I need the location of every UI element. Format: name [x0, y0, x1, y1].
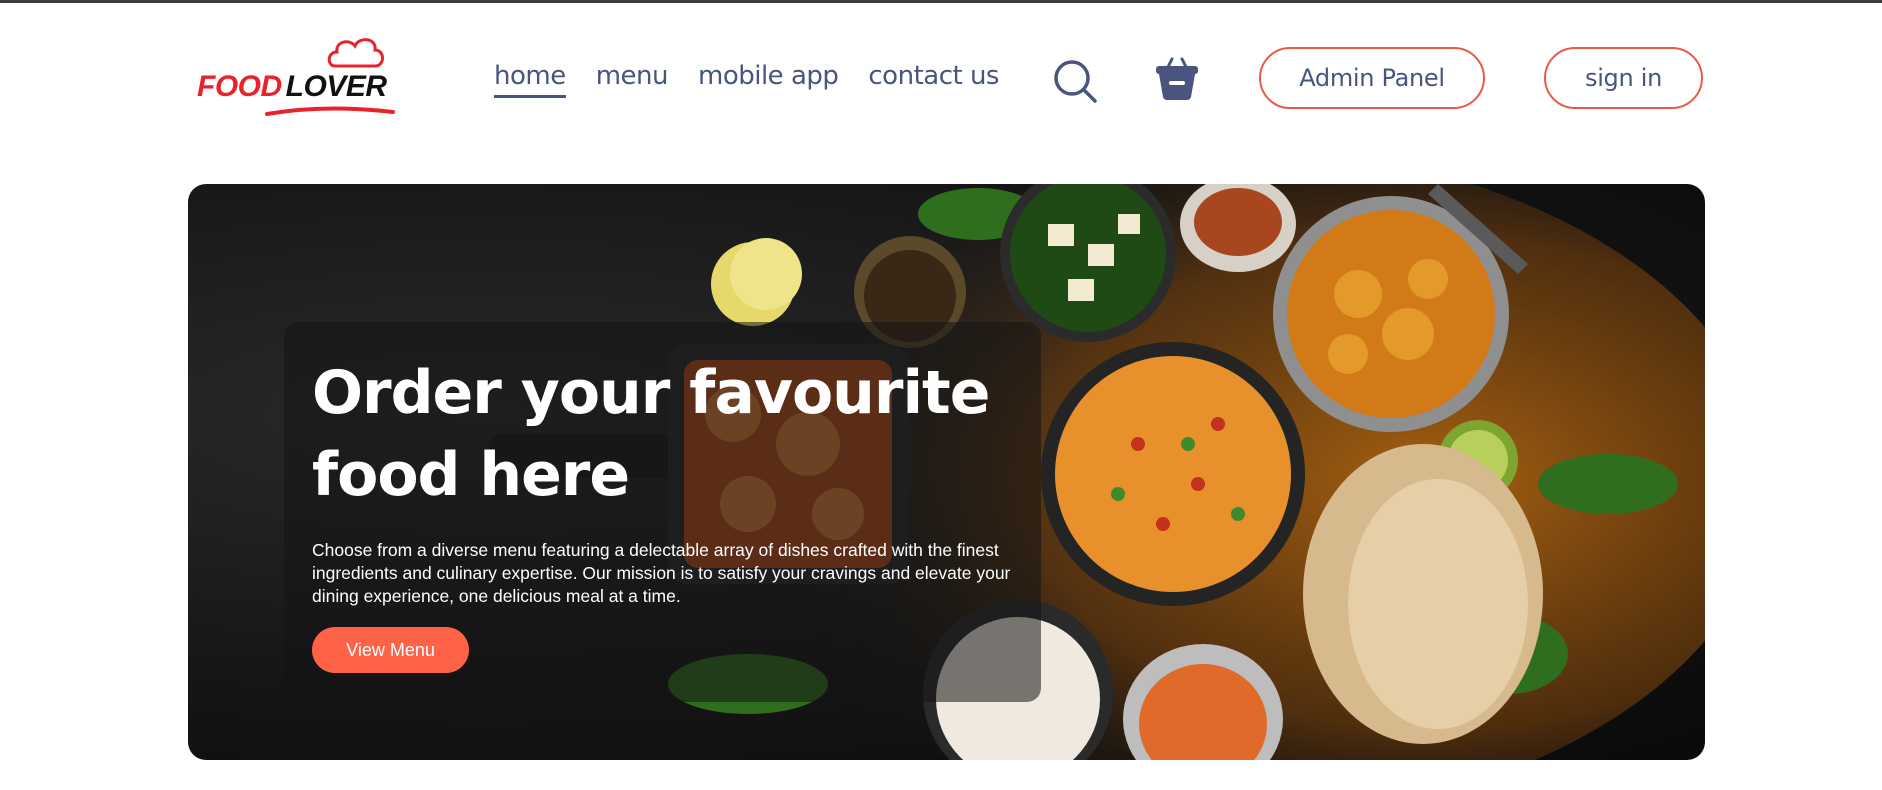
navbar: FOOD LOVER home menu mobile app contact u…	[0, 3, 1882, 153]
logo-food: FOOD	[197, 70, 282, 103]
logo[interactable]: FOOD LOVER	[197, 36, 397, 116]
logo-text: FOOD LOVER	[197, 70, 387, 104]
view-menu-button[interactable]: View Menu	[312, 627, 469, 673]
hero-banner: Order your favourite food here Choose fr…	[188, 184, 1705, 760]
nav-links: home menu mobile app contact us	[494, 61, 999, 98]
nav-link-mobile-app[interactable]: mobile app	[698, 61, 839, 98]
nav-link-contact-us[interactable]: contact us	[868, 61, 999, 98]
basket-icon[interactable]	[1154, 55, 1200, 101]
logo-lover: LOVER	[285, 70, 387, 103]
hero-title: Order your favourite food here	[312, 358, 990, 510]
search-icon[interactable]	[1052, 58, 1098, 104]
chef-hat-icon	[327, 38, 384, 68]
logo-swoosh	[265, 106, 395, 116]
hero-description: Choose from a diverse menu featuring a d…	[312, 540, 1011, 606]
nav-link-menu[interactable]: menu	[596, 61, 669, 98]
admin-panel-button[interactable]: Admin Panel	[1259, 47, 1485, 109]
nav-link-home[interactable]: home	[494, 61, 566, 98]
sign-in-button[interactable]: sign in	[1544, 47, 1703, 109]
